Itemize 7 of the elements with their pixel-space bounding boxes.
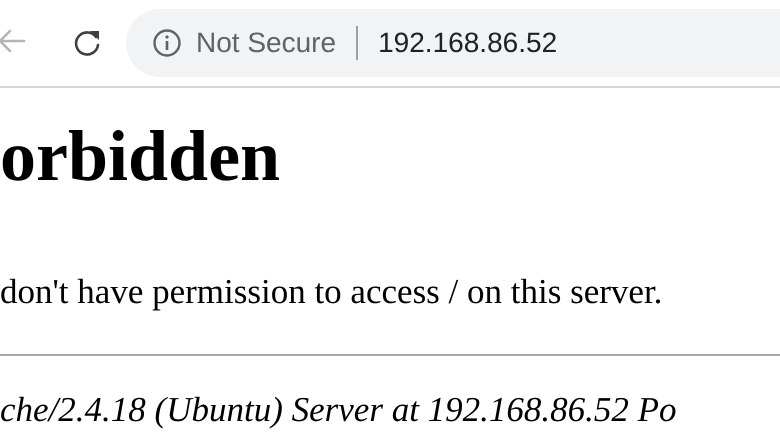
info-icon: [152, 28, 182, 58]
address-bar[interactable]: Not Secure 192.168.86.52: [126, 9, 780, 77]
url-text: 192.168.86.52: [378, 27, 558, 59]
page-heading: orbidden: [0, 116, 280, 196]
server-signature: che/2.4.18 (Ubuntu) Server at 192.168.86.52 Po: [0, 390, 677, 430]
error-message: don't have permission to access / on this server.: [0, 272, 662, 312]
security-label: Not Secure: [196, 27, 336, 59]
